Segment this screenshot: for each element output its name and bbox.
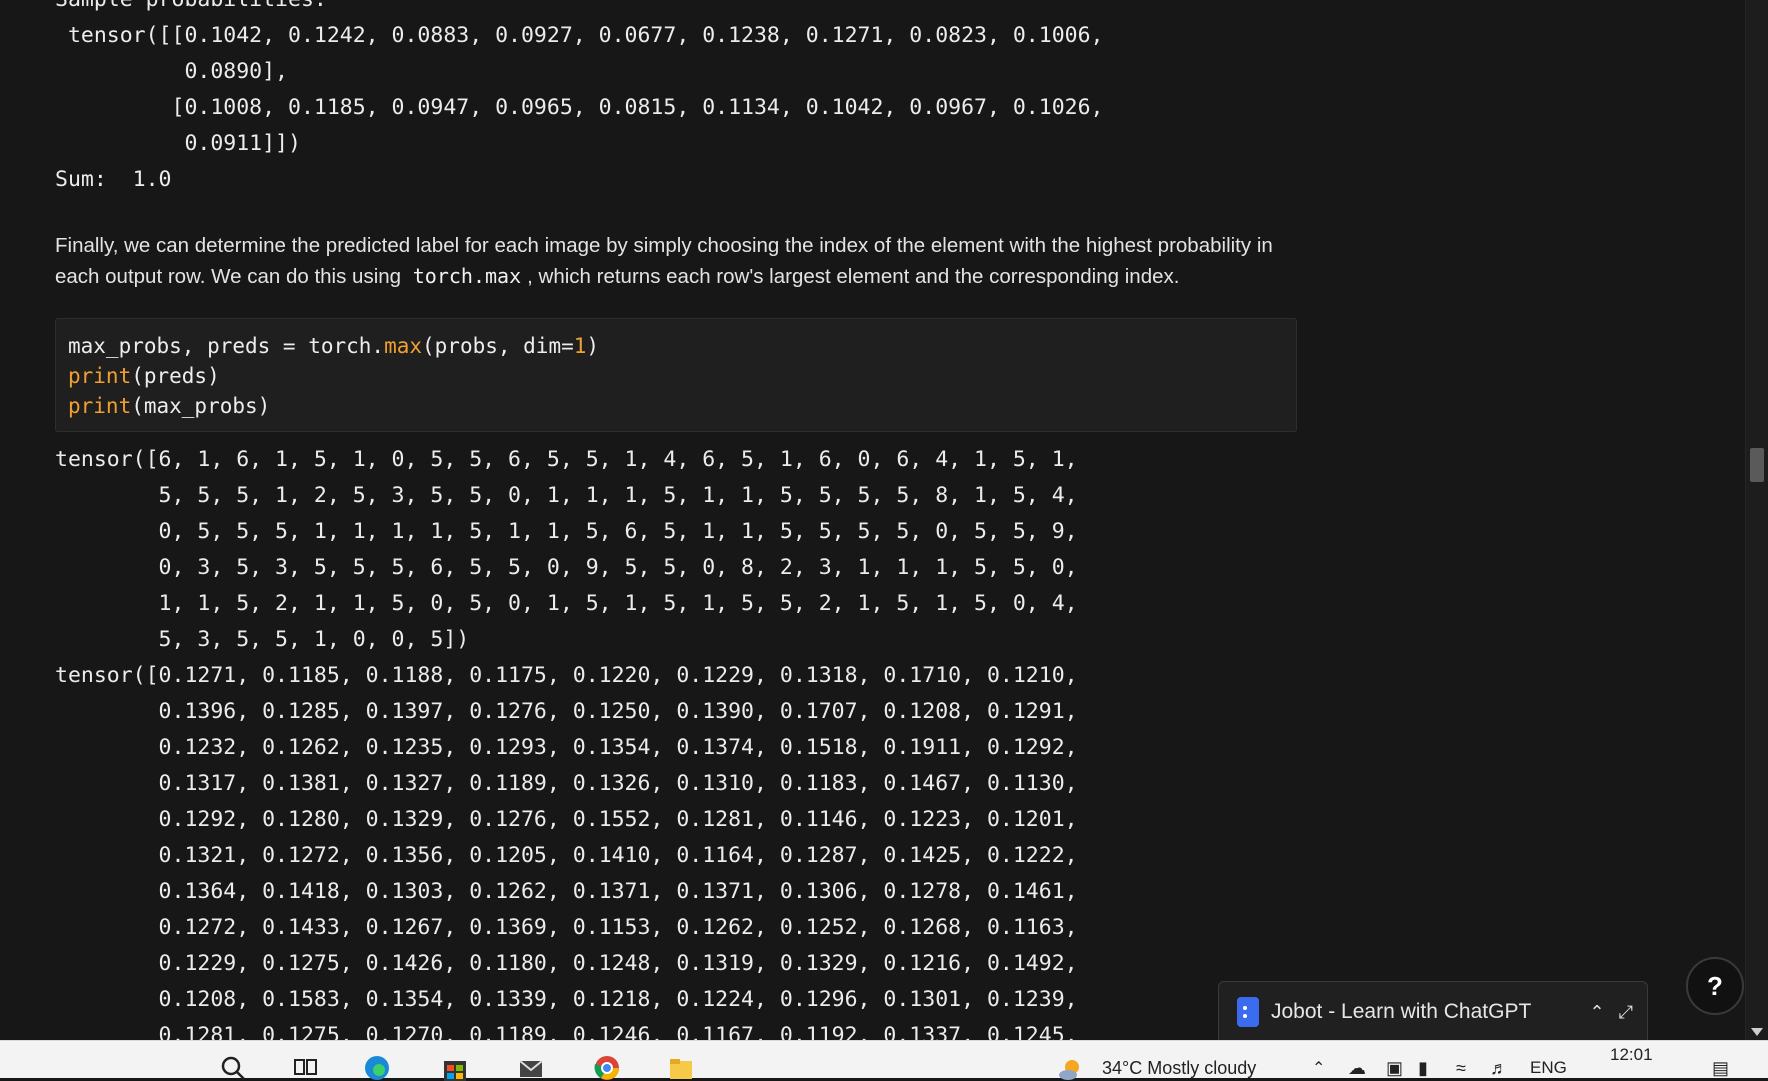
chevron-up-icon[interactable]: ⌃ [1590,1002,1605,1023]
code-token: (max_probs) [131,394,271,418]
output-line: 0.1229, 0.1275, 0.1426, 0.1180, 0.1248, … [55,951,1078,976]
output-line: 5, 5, 5, 1, 2, 5, 3, 5, 5, 0, 1, 1, 1, 5… [55,483,1078,508]
output-line: 0.1232, 0.1262, 0.1235, 0.1293, 0.1354, … [55,735,1078,760]
jobot-title: Jobot - Learn with ChatGPT [1271,1000,1532,1023]
code-function: max [384,334,423,358]
volume-icon[interactable]: ♬ [1490,1058,1508,1079]
code-token: ) [586,334,600,358]
wifi-icon[interactable]: ≈ [1456,1058,1466,1079]
output-line: 5, 3, 5, 5, 1, 0, 0, 5]) [55,627,470,652]
output-line: Sample probabilities: [55,0,327,18]
explanation-paragraph: Finally, we can determine the predicted … [55,230,1295,292]
vertical-scrollbar[interactable] [1745,0,1768,1040]
notebook-page: Sample probabilities: tensor([[0.1042, 0… [0,0,1746,1040]
notifications-icon[interactable]: ▤ [1712,1058,1729,1079]
output-line: [0.1008, 0.1185, 0.0947, 0.0965, 0.0815,… [55,95,1104,120]
clock-time[interactable]: 12:01 [1610,1045,1653,1065]
code-token: max_probs, preds = torch. [68,334,385,358]
code-function: print [68,364,132,388]
code-content: max_probs, preds = torch.max(probs, dim=… [68,331,599,421]
mail-icon[interactable] [518,1055,544,1081]
scroll-down-arrow-icon[interactable] [1751,1028,1763,1036]
edge-browser-icon[interactable] [364,1055,390,1081]
output-line: 0.1317, 0.1381, 0.1327, 0.1189, 0.1326, … [55,771,1078,796]
language-indicator[interactable]: ENG [1530,1058,1567,1078]
output-line: tensor([6, 1, 6, 1, 5, 1, 0, 5, 5, 6, 5,… [55,447,1078,472]
output-line: tensor([0.1271, 0.1185, 0.1188, 0.1175, … [55,663,1078,688]
paragraph-text-end: , which returns each row's largest eleme… [527,265,1180,288]
expand-icon[interactable]: ⤢ [1619,1002,1633,1023]
code-number: 1 [573,334,587,358]
output-line: 0.1281, 0.1275, 0.1270, 0.1189, 0.1246, … [55,1023,1078,1040]
code-cell[interactable]: max_probs, preds = torch.max(probs, dim=… [55,318,1297,432]
inline-code: torch.max [412,264,522,288]
output-line: 0.0911]]) [55,131,301,156]
output-line: 0.1396, 0.1285, 0.1397, 0.1276, 0.1250, … [55,699,1078,724]
onedrive-icon[interactable]: ☁ [1348,1058,1366,1079]
jobot-widget[interactable]: Jobot - Learn with ChatGPT ⌃ ⤢ [1218,981,1648,1040]
windows-taskbar: 34°C Mostly cloudy ⌃ ☁ ▣ ▮ ≈ ♬ ENG 12:01… [0,1040,1768,1081]
output-line: 1, 1, 5, 2, 1, 1, 5, 0, 5, 0, 1, 5, 1, 5… [55,591,1078,616]
camera-icon[interactable]: ▣ [1386,1058,1403,1079]
code-token: (preds) [131,364,220,388]
battery-icon[interactable]: ▮ [1418,1058,1428,1079]
output-line: 0.1321, 0.1272, 0.1356, 0.1205, 0.1410, … [55,843,1078,868]
output-line: 0.0890], [55,59,288,84]
task-view-icon[interactable] [292,1055,318,1081]
output-line: 0, 3, 5, 3, 5, 5, 5, 6, 5, 5, 0, 9, 5, 5… [55,555,1078,580]
weather-icon[interactable] [1058,1055,1084,1081]
output-line: 0, 5, 5, 5, 1, 1, 1, 1, 5, 1, 1, 5, 6, 5… [55,519,1078,544]
output-line: 0.1208, 0.1583, 0.1354, 0.1339, 0.1218, … [55,987,1078,1012]
scrollbar-thumb[interactable] [1750,448,1764,482]
code-token: (probs, dim= [422,334,574,358]
output-line: tensor([[0.1042, 0.1242, 0.0883, 0.0927,… [55,23,1104,48]
help-button[interactable]: ? [1686,957,1744,1015]
file-explorer-icon[interactable] [668,1055,694,1081]
output-line: 0.1272, 0.1433, 0.1267, 0.1369, 0.1153, … [55,915,1078,940]
output-line: 0.1292, 0.1280, 0.1329, 0.1276, 0.1552, … [55,807,1078,832]
weather-text[interactable]: 34°C Mostly cloudy [1102,1058,1256,1079]
chevron-up-icon[interactable]: ⌃ [1312,1058,1325,1078]
chrome-icon[interactable] [594,1055,620,1081]
search-icon[interactable] [220,1055,246,1081]
output-line: 0.1364, 0.1418, 0.1303, 0.1262, 0.1371, … [55,879,1078,904]
code-function: print [68,394,132,418]
jobot-logo-icon [1237,997,1259,1027]
output-line: Sum: 1.0 [55,167,172,192]
store-icon[interactable] [442,1055,468,1081]
